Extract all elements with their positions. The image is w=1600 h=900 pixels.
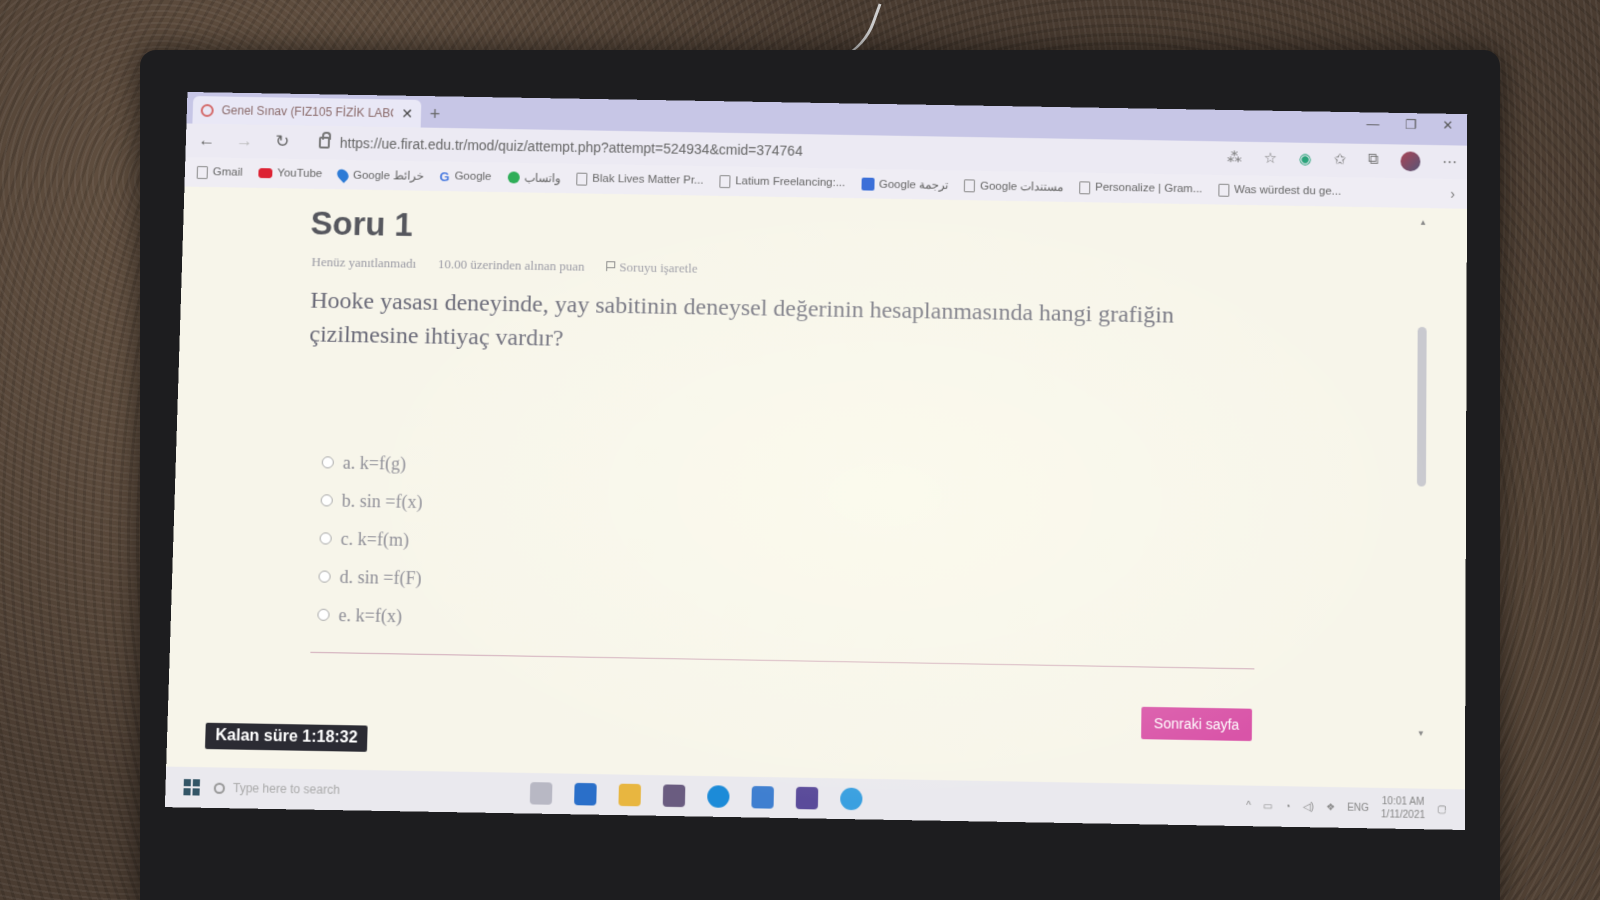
points-text: 10.00 üzerinden alınan puan bbox=[438, 256, 585, 274]
answer-option-c[interactable]: c. k=f(m) bbox=[319, 519, 423, 559]
bookmark-whatsapp[interactable]: واتساب bbox=[507, 170, 561, 185]
answer-option-e[interactable]: e. k=f(x) bbox=[317, 596, 421, 636]
moodle-favicon-icon bbox=[201, 104, 214, 117]
volume-icon[interactable]: ◁) bbox=[1303, 801, 1314, 812]
scroll-up-icon[interactable]: ▲ bbox=[1419, 218, 1427, 227]
bookmark-blm[interactable]: Blak Lives Matter Pr... bbox=[576, 172, 703, 187]
bookmark-grammarly[interactable]: Personalize | Gram... bbox=[1079, 181, 1202, 196]
battery-icon[interactable]: ▭ bbox=[1263, 801, 1273, 812]
favorites-icon[interactable]: ✩ bbox=[1334, 150, 1347, 170]
new-tab-button[interactable]: + bbox=[421, 100, 450, 128]
wifi-icon[interactable]: ◔ bbox=[1285, 801, 1291, 812]
more-icon[interactable]: ⋯ bbox=[1442, 152, 1457, 172]
forward-icon[interactable]: → bbox=[233, 131, 255, 151]
scroll-down-icon[interactable]: ▼ bbox=[1417, 729, 1425, 738]
search-placeholder: Type here to search bbox=[233, 781, 340, 797]
radio-button[interactable] bbox=[317, 609, 329, 621]
chevron-up-icon[interactable]: ^ bbox=[1246, 800, 1251, 811]
back-icon[interactable]: ← bbox=[196, 131, 218, 151]
chevron-right-icon[interactable]: › bbox=[1450, 186, 1455, 202]
timer-badge: Kalan süre 1:18:32 bbox=[205, 723, 368, 752]
chrome-icon[interactable] bbox=[840, 788, 863, 811]
language-indicator[interactable]: ENG bbox=[1347, 802, 1369, 814]
radio-button[interactable] bbox=[319, 532, 331, 544]
bookmark-google-docs[interactable]: Google مستندات bbox=[964, 178, 1063, 194]
bookmark-youtube[interactable]: YouTube bbox=[258, 167, 322, 180]
edge-icon[interactable] bbox=[707, 785, 730, 808]
question-text: Hooke yasası deneyinde, yay sabitinin de… bbox=[309, 284, 1267, 368]
answer-option-b[interactable]: b. sin =f(x) bbox=[320, 481, 424, 521]
bookmark-gmail[interactable]: Gmail bbox=[197, 166, 243, 180]
page-icon bbox=[719, 175, 730, 188]
flag-icon bbox=[606, 261, 615, 271]
restore-button[interactable]: ❐ bbox=[1405, 117, 1417, 133]
answer-list: a. k=f(g) b. sin =f(x) c. k=f(m) d. sin … bbox=[317, 443, 425, 635]
url-text: https://ue.firat.edu.tr/mod/quiz/attempt… bbox=[340, 135, 803, 159]
mail-icon[interactable] bbox=[751, 786, 774, 809]
question-meta: Henüz yanıtlanmadı 10.00 üzerinden alına… bbox=[311, 254, 697, 277]
outlook-icon[interactable] bbox=[574, 783, 597, 806]
answer-option-a[interactable]: a. k=f(g) bbox=[321, 443, 425, 483]
system-tray: ^ ▭ ◔ ◁) ❖ ENG 10:01 AM 1/11/2021 ▢ bbox=[1246, 793, 1447, 823]
translate-icon bbox=[861, 177, 874, 190]
dropbox-icon[interactable]: ❖ bbox=[1326, 802, 1335, 813]
collections-icon[interactable]: ⧉ bbox=[1368, 151, 1379, 171]
read-aloud-icon[interactable]: ⁂ bbox=[1227, 148, 1242, 168]
toolbar-icons: ⁂ ☆ ◉ ✩ ⧉ ⋯ bbox=[1227, 148, 1457, 172]
windows-start-icon[interactable] bbox=[183, 779, 200, 796]
window-controls: — ❐ ✕ bbox=[1366, 116, 1467, 141]
task-view-icon[interactable] bbox=[530, 782, 553, 805]
whatsapp-icon bbox=[507, 171, 519, 183]
answer-option-d[interactable]: d. sin =f(F) bbox=[318, 557, 422, 597]
google-icon: G bbox=[439, 169, 449, 184]
clock[interactable]: 10:01 AM 1/11/2021 bbox=[1381, 795, 1425, 822]
next-page-button[interactable]: Sonraki sayfa bbox=[1141, 707, 1252, 741]
bookmark-google-translate[interactable]: Google ترجمة bbox=[861, 177, 948, 192]
refresh-icon[interactable]: ↻ bbox=[271, 132, 293, 152]
notifications-icon[interactable]: ▢ bbox=[1437, 804, 1447, 815]
grammarly-icon[interactable]: ◉ bbox=[1299, 150, 1312, 170]
laptop-screen: Genel Sınav (FIZ105 FİZİK LABO ✕ + — ❐ ✕… bbox=[165, 92, 1467, 830]
page-icon bbox=[1218, 183, 1229, 196]
star-icon[interactable]: ☆ bbox=[1263, 149, 1277, 169]
lock-icon bbox=[319, 137, 330, 149]
search-icon bbox=[214, 782, 225, 793]
window-close-button[interactable]: ✕ bbox=[1442, 118, 1453, 134]
flag-question-link[interactable]: Soruyu işaretle bbox=[606, 259, 697, 276]
app-icon[interactable] bbox=[796, 787, 819, 810]
scroll-thumb[interactable] bbox=[1417, 327, 1427, 487]
page-icon bbox=[197, 166, 208, 179]
tab-title: Genel Sınav (FIZ105 FİZİK LABO bbox=[221, 103, 393, 120]
bookmark-google[interactable]: G Google bbox=[439, 169, 491, 185]
page-icon bbox=[576, 172, 587, 185]
avatar[interactable] bbox=[1400, 151, 1420, 171]
quiz-page: Soru 1 Henüz yanıtlanmadı 10.00 üzerinde… bbox=[167, 187, 1467, 770]
maps-icon bbox=[335, 166, 351, 182]
tab-quiz[interactable]: Genel Sınav (FIZ105 FİZİK LABO ✕ bbox=[192, 96, 421, 128]
minimize-button[interactable]: — bbox=[1366, 116, 1379, 132]
file-explorer-icon[interactable] bbox=[618, 784, 641, 807]
page-icon bbox=[1079, 181, 1090, 194]
close-icon[interactable]: ✕ bbox=[401, 105, 413, 122]
bookmark-was-wurdest[interactable]: Was würdest du ge... bbox=[1218, 183, 1341, 198]
status-text: Henüz yanıtlanmadı bbox=[311, 254, 416, 272]
page-title: Soru 1 bbox=[310, 205, 413, 244]
youtube-icon bbox=[258, 168, 272, 178]
bookmark-google-maps[interactable]: Google خرائط bbox=[338, 168, 424, 183]
radio-button[interactable] bbox=[321, 494, 333, 506]
radio-button[interactable] bbox=[318, 570, 330, 582]
page-icon bbox=[964, 179, 975, 192]
taskbar-apps bbox=[530, 782, 863, 810]
scrollbar[interactable]: ▲ ▼ bbox=[1415, 218, 1427, 738]
clock-date: 1/11/2021 bbox=[1381, 809, 1425, 821]
radio-button[interactable] bbox=[322, 456, 334, 468]
clock-time: 10:01 AM bbox=[1382, 796, 1425, 808]
taskbar-search[interactable]: Type here to search bbox=[214, 781, 496, 800]
store-icon[interactable] bbox=[663, 784, 686, 807]
bookmark-latium[interactable]: Latium Freelancing:... bbox=[719, 175, 845, 190]
divider bbox=[310, 652, 1254, 670]
